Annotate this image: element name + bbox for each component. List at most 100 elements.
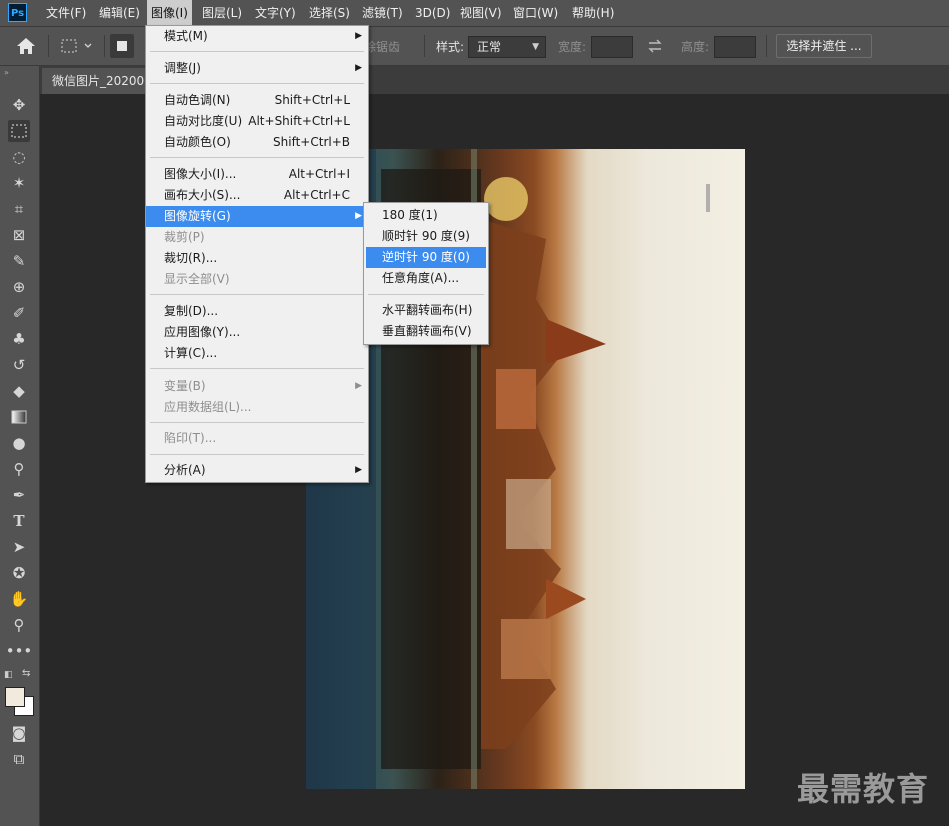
menu-item-reveal-all[interactable]: 显示全部(V) xyxy=(146,269,368,290)
home-icon xyxy=(17,38,35,54)
collapse-panel-icon[interactable]: » xyxy=(4,68,9,77)
dodge-tool[interactable]: ⚲ xyxy=(8,458,30,480)
menu-item-duplicate[interactable]: 复制(D)... xyxy=(146,301,368,322)
eraser-tool[interactable]: ◆ xyxy=(8,380,30,402)
menu-help[interactable]: 帮助(H) xyxy=(568,0,618,26)
submenu-arrow-icon: ▶ xyxy=(355,381,362,391)
submenu-arrow-icon: ▶ xyxy=(355,211,362,221)
menu-select[interactable]: 选择(S) xyxy=(305,0,354,26)
screen-mode-icon: ⧉ xyxy=(13,750,25,768)
pen-tool[interactable]: ✒ xyxy=(8,484,30,506)
menu-item-calculations[interactable]: 计算(C)... xyxy=(146,343,368,364)
menu-item-trim[interactable]: 裁切(R)... xyxy=(146,248,368,269)
gradient-icon xyxy=(11,410,27,424)
menu-edit[interactable]: 编辑(E) xyxy=(95,0,144,26)
foreground-color-swatch[interactable] xyxy=(5,687,25,707)
screen-mode-button[interactable]: ⧉ xyxy=(8,748,30,770)
menu-item-crop[interactable]: 裁剪(P) xyxy=(146,227,368,248)
width-input[interactable] xyxy=(591,36,633,58)
crop-tool[interactable]: ⌗ xyxy=(8,198,30,220)
antialias-label: 除锯齿 xyxy=(364,40,401,54)
default-colors-icon[interactable]: ◧ xyxy=(4,670,13,680)
hand-icon: ✋ xyxy=(9,590,29,608)
menu-item-apply-data-set[interactable]: 应用数据组(L)... xyxy=(146,397,368,418)
menu-filter[interactable]: 滤镜(T) xyxy=(358,0,407,26)
rectangular-marquee-tool[interactable] xyxy=(8,120,30,142)
menu-window[interactable]: 窗口(W) xyxy=(509,0,562,26)
image-menu-dropdown: 模式(M) ▶ 调整(J) ▶ 自动色调(N) Shift+Ctrl+L 自动对… xyxy=(145,25,369,483)
move-tool[interactable]: ✥ xyxy=(8,94,30,116)
menu-file[interactable]: 文件(F) xyxy=(42,0,90,26)
chevron-down-icon: ▼ xyxy=(532,42,539,52)
menu-item-rotate-180[interactable]: 180 度(1) xyxy=(364,205,488,226)
menu-item-image-size[interactable]: 图像大小(I)... Alt+Ctrl+I xyxy=(146,164,368,185)
menu-view[interactable]: 视图(V) xyxy=(456,0,506,26)
menu-item-arbitrary-rotation[interactable]: 任意角度(A)... xyxy=(364,268,488,289)
options-bar: 除锯齿 样式: 正常 ▼ 宽度: 高度: 选择并遮住 ... xyxy=(0,27,949,66)
menu-item-auto-contrast[interactable]: 自动对比度(U) Alt+Shift+Ctrl+L xyxy=(146,111,368,132)
stamp-icon: ♣ xyxy=(12,330,26,348)
photoshop-logo-icon: Ps xyxy=(8,3,27,22)
edit-toolbar-button[interactable]: ••• xyxy=(5,640,33,662)
swap-colors-icon[interactable]: ⇆ xyxy=(22,668,30,679)
menu-item-auto-tone[interactable]: 自动色调(N) Shift+Ctrl+L xyxy=(146,90,368,111)
menu-item-auto-color[interactable]: 自动颜色(O) Shift+Ctrl+B xyxy=(146,132,368,153)
magic-wand-tool[interactable]: ✶ xyxy=(8,172,30,194)
style-select-value: 正常 xyxy=(477,40,502,54)
menu-item-apply-image[interactable]: 应用图像(Y)... xyxy=(146,322,368,343)
blur-tool[interactable]: ● xyxy=(8,432,30,454)
move-icon: ✥ xyxy=(12,96,26,114)
menu-item-analysis[interactable]: 分析(A) ▶ xyxy=(146,460,368,481)
menu-separator xyxy=(150,422,364,423)
submenu-arrow-icon: ▶ xyxy=(355,465,362,475)
new-selection-icon xyxy=(117,41,127,51)
shape-tool[interactable]: ✪ xyxy=(8,562,30,584)
menu-item-rotate-90-cw[interactable]: 顺时针 90 度(9) xyxy=(364,226,488,247)
history-brush-tool[interactable]: ↺ xyxy=(8,354,30,376)
more-dots-icon: ••• xyxy=(5,642,33,660)
toolbox: » ✥ ◌ ✶ ⌗ ⊠ ✎ ⊕ ✐ ♣ ↺ ◆ ● ⚲ ✒ T ➤ ✪ ✋ ⚲ … xyxy=(0,66,40,826)
new-selection-button[interactable] xyxy=(110,34,134,58)
zoom-tool[interactable]: ⚲ xyxy=(8,614,30,636)
options-separator xyxy=(104,35,105,57)
quick-mask-button[interactable]: ◙ xyxy=(8,722,30,744)
menu-item-adjustments[interactable]: 调整(J) ▶ xyxy=(146,58,368,79)
swap-dimensions-button[interactable] xyxy=(645,37,665,55)
bandage-icon: ⊕ xyxy=(12,278,26,296)
marquee-preset-picker[interactable] xyxy=(58,35,98,57)
select-and-mask-button[interactable]: 选择并遮住 ... xyxy=(776,34,872,58)
droplet-icon: ● xyxy=(12,434,26,452)
menu-3d[interactable]: 3D(D) xyxy=(411,0,454,26)
lasso-tool[interactable]: ◌ xyxy=(8,146,30,168)
gradient-tool[interactable] xyxy=(8,406,30,428)
menu-separator xyxy=(150,83,364,84)
path-selection-tool[interactable]: ➤ xyxy=(8,536,30,558)
menu-item-image-rotation[interactable]: 图像旋转(G) ▶ xyxy=(146,206,368,227)
hand-tool[interactable]: ✋ xyxy=(8,588,30,610)
height-input[interactable] xyxy=(714,36,756,58)
menu-type[interactable]: 文字(Y) xyxy=(251,0,300,26)
menu-item-variables[interactable]: 变量(B) ▶ xyxy=(146,376,368,397)
document-tab[interactable]: 微信图片_202008 xyxy=(42,68,154,94)
frame-tool[interactable]: ⊠ xyxy=(8,224,30,246)
submenu-arrow-icon: ▶ xyxy=(355,31,362,41)
eyedropper-tool[interactable]: ✎ xyxy=(8,250,30,272)
type-tool[interactable]: T xyxy=(8,510,30,532)
style-select[interactable]: 正常 ▼ xyxy=(468,36,546,58)
menu-item-canvas-size[interactable]: 画布大小(S)... Alt+Ctrl+C xyxy=(146,185,368,206)
options-separator xyxy=(48,35,49,57)
menu-item-trap[interactable]: 陷印(T)... xyxy=(146,428,368,449)
menu-item-flip-canvas-horizontal[interactable]: 水平翻转画布(H) xyxy=(364,300,488,321)
menu-layer[interactable]: 图层(L) xyxy=(198,0,246,26)
clone-stamp-tool[interactable]: ♣ xyxy=(8,328,30,350)
menu-item-flip-canvas-vertical[interactable]: 垂直翻转画布(V) xyxy=(364,321,488,342)
brush-tool[interactable]: ✐ xyxy=(8,302,30,324)
home-button[interactable] xyxy=(14,35,38,57)
menu-item-rotate-90-ccw[interactable]: 逆时针 90 度(0) xyxy=(366,247,486,268)
dodge-icon: ⚲ xyxy=(13,460,25,478)
image-rotation-submenu: 180 度(1) 顺时针 90 度(9) 逆时针 90 度(0) 任意角度(A)… xyxy=(363,202,489,345)
healing-brush-tool[interactable]: ⊕ xyxy=(8,276,30,298)
history-brush-icon: ↺ xyxy=(12,356,26,374)
menu-item-mode[interactable]: 模式(M) ▶ xyxy=(146,26,368,47)
menu-image[interactable]: 图像(I) xyxy=(147,0,192,26)
